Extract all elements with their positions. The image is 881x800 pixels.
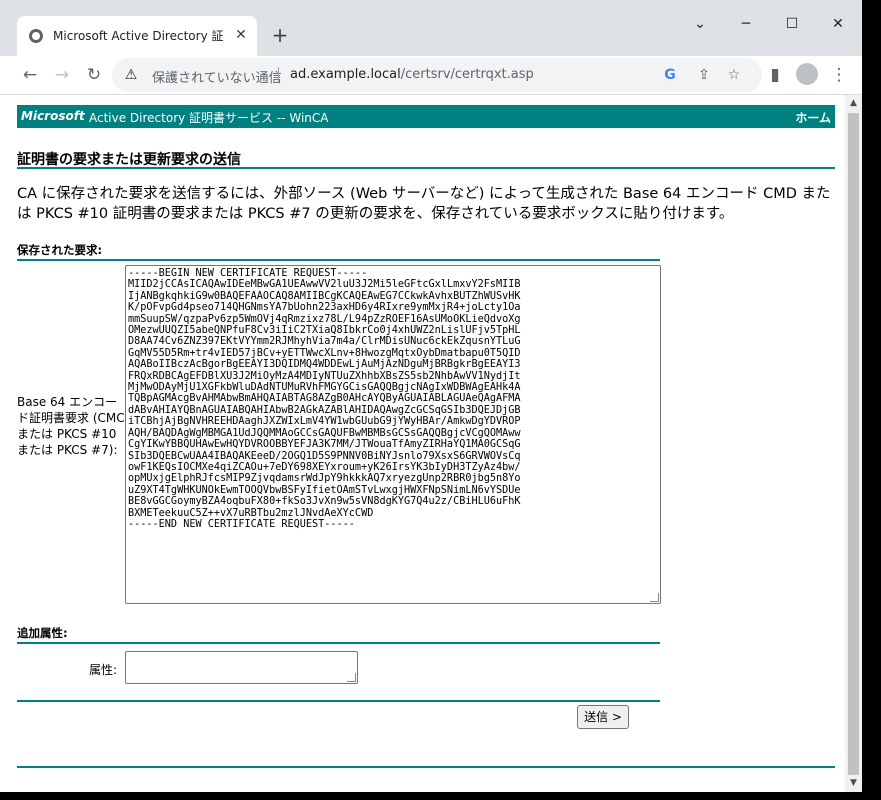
page-content: Microsoft Active Directory 証明書サービス -- Wi… — [0, 95, 845, 792]
page-description: CA に保存された要求を送信するには、外部ソース (Web サーバーなど) によ… — [17, 186, 831, 222]
minimize-button[interactable]: ─ — [723, 8, 769, 40]
service-title: Active Directory 証明書サービス -- WinCA — [89, 111, 329, 125]
side-panel-icon[interactable]: ▮ — [762, 62, 788, 88]
url-host: ad.example.local — [290, 67, 401, 82]
globe-icon — [29, 29, 43, 43]
home-link[interactable]: ホーム — [795, 109, 831, 126]
reload-icon[interactable]: ↻ — [81, 62, 107, 88]
saved-request-text[interactable]: -----BEGIN NEW CERTIFICATE REQUEST----- … — [126, 266, 660, 530]
scrollbar-thumb[interactable] — [848, 113, 859, 775]
attributes-divider — [17, 642, 660, 644]
footer-divider — [17, 766, 835, 768]
saved-request-divider — [17, 259, 660, 261]
new-tab-button[interactable]: + — [268, 24, 292, 48]
vertical-scrollbar[interactable]: ▲ ▼ — [845, 95, 862, 792]
attribute-textarea[interactable] — [125, 651, 358, 684]
tab-title: Microsoft Active Directory 証明書サービス — [53, 29, 223, 43]
form-bottom-divider — [17, 700, 660, 702]
url-text[interactable]: ad.example.local/certsrv/certrqxt.asp — [290, 67, 534, 82]
menu-kebab-icon[interactable]: ⋮ — [826, 62, 852, 88]
bookmark-star-icon[interactable]: ☆ — [724, 65, 744, 85]
saved-request-heading: 保存された要求: — [17, 243, 103, 257]
attribute-label: 属性: — [89, 663, 118, 677]
url-path: /certsrv/certrqxt.asp — [400, 67, 534, 82]
page-title: 証明書の要求または更新要求の送信 — [17, 152, 241, 168]
address-bar[interactable]: ⚠ 保護されていない通信 ad.example.local/certsrv/ce… — [112, 58, 762, 92]
browser-tab[interactable]: Microsoft Active Directory 証明書サービス ✕ — [17, 16, 257, 56]
saved-request-label: Base 64 エンコード証明書要求 (CMC または PKCS #10 または… — [17, 395, 125, 457]
insecure-label[interactable]: 保護されていない通信 — [152, 67, 282, 86]
brand-logo: Microsoft — [21, 109, 85, 123]
saved-request-textarea[interactable]: -----BEGIN NEW CERTIFICATE REQUEST----- … — [125, 265, 661, 604]
close-tab-icon[interactable]: ✕ — [231, 25, 251, 45]
close-window-button[interactable]: ✕ — [815, 8, 861, 40]
share-icon[interactable]: ⇪ — [694, 65, 714, 85]
additional-attributes-heading: 追加属性: — [17, 626, 68, 640]
scroll-down-arrow-icon[interactable]: ▼ — [845, 775, 862, 792]
browser-window: Microsoft Active Directory 証明書サービス ✕ + ⌄… — [0, 0, 862, 792]
header-banner: Microsoft Active Directory 証明書サービス -- Wi… — [17, 105, 835, 128]
submit-button[interactable]: 送信 > — [577, 705, 629, 729]
scroll-up-arrow-icon[interactable]: ▲ — [845, 95, 862, 112]
resize-grip-icon[interactable] — [347, 673, 356, 682]
resize-grip-icon[interactable] — [650, 593, 659, 602]
google-translate-icon[interactable]: G — [660, 65, 680, 85]
address-divider — [278, 67, 279, 83]
maximize-button[interactable]: ☐ — [769, 8, 815, 40]
profile-avatar-icon[interactable] — [796, 63, 818, 85]
forward-icon[interactable]: → — [49, 62, 75, 88]
back-icon[interactable]: ← — [17, 62, 43, 88]
warning-icon[interactable]: ⚠ — [122, 66, 140, 84]
title-divider — [17, 167, 835, 169]
tab-search-icon[interactable]: ⌄ — [677, 8, 723, 40]
tab-strip: Microsoft Active Directory 証明書サービス ✕ + ⌄… — [0, 0, 862, 56]
browser-toolbar: ← → ↻ ⚠ 保護されていない通信 ad.example.local/cert… — [0, 56, 862, 95]
